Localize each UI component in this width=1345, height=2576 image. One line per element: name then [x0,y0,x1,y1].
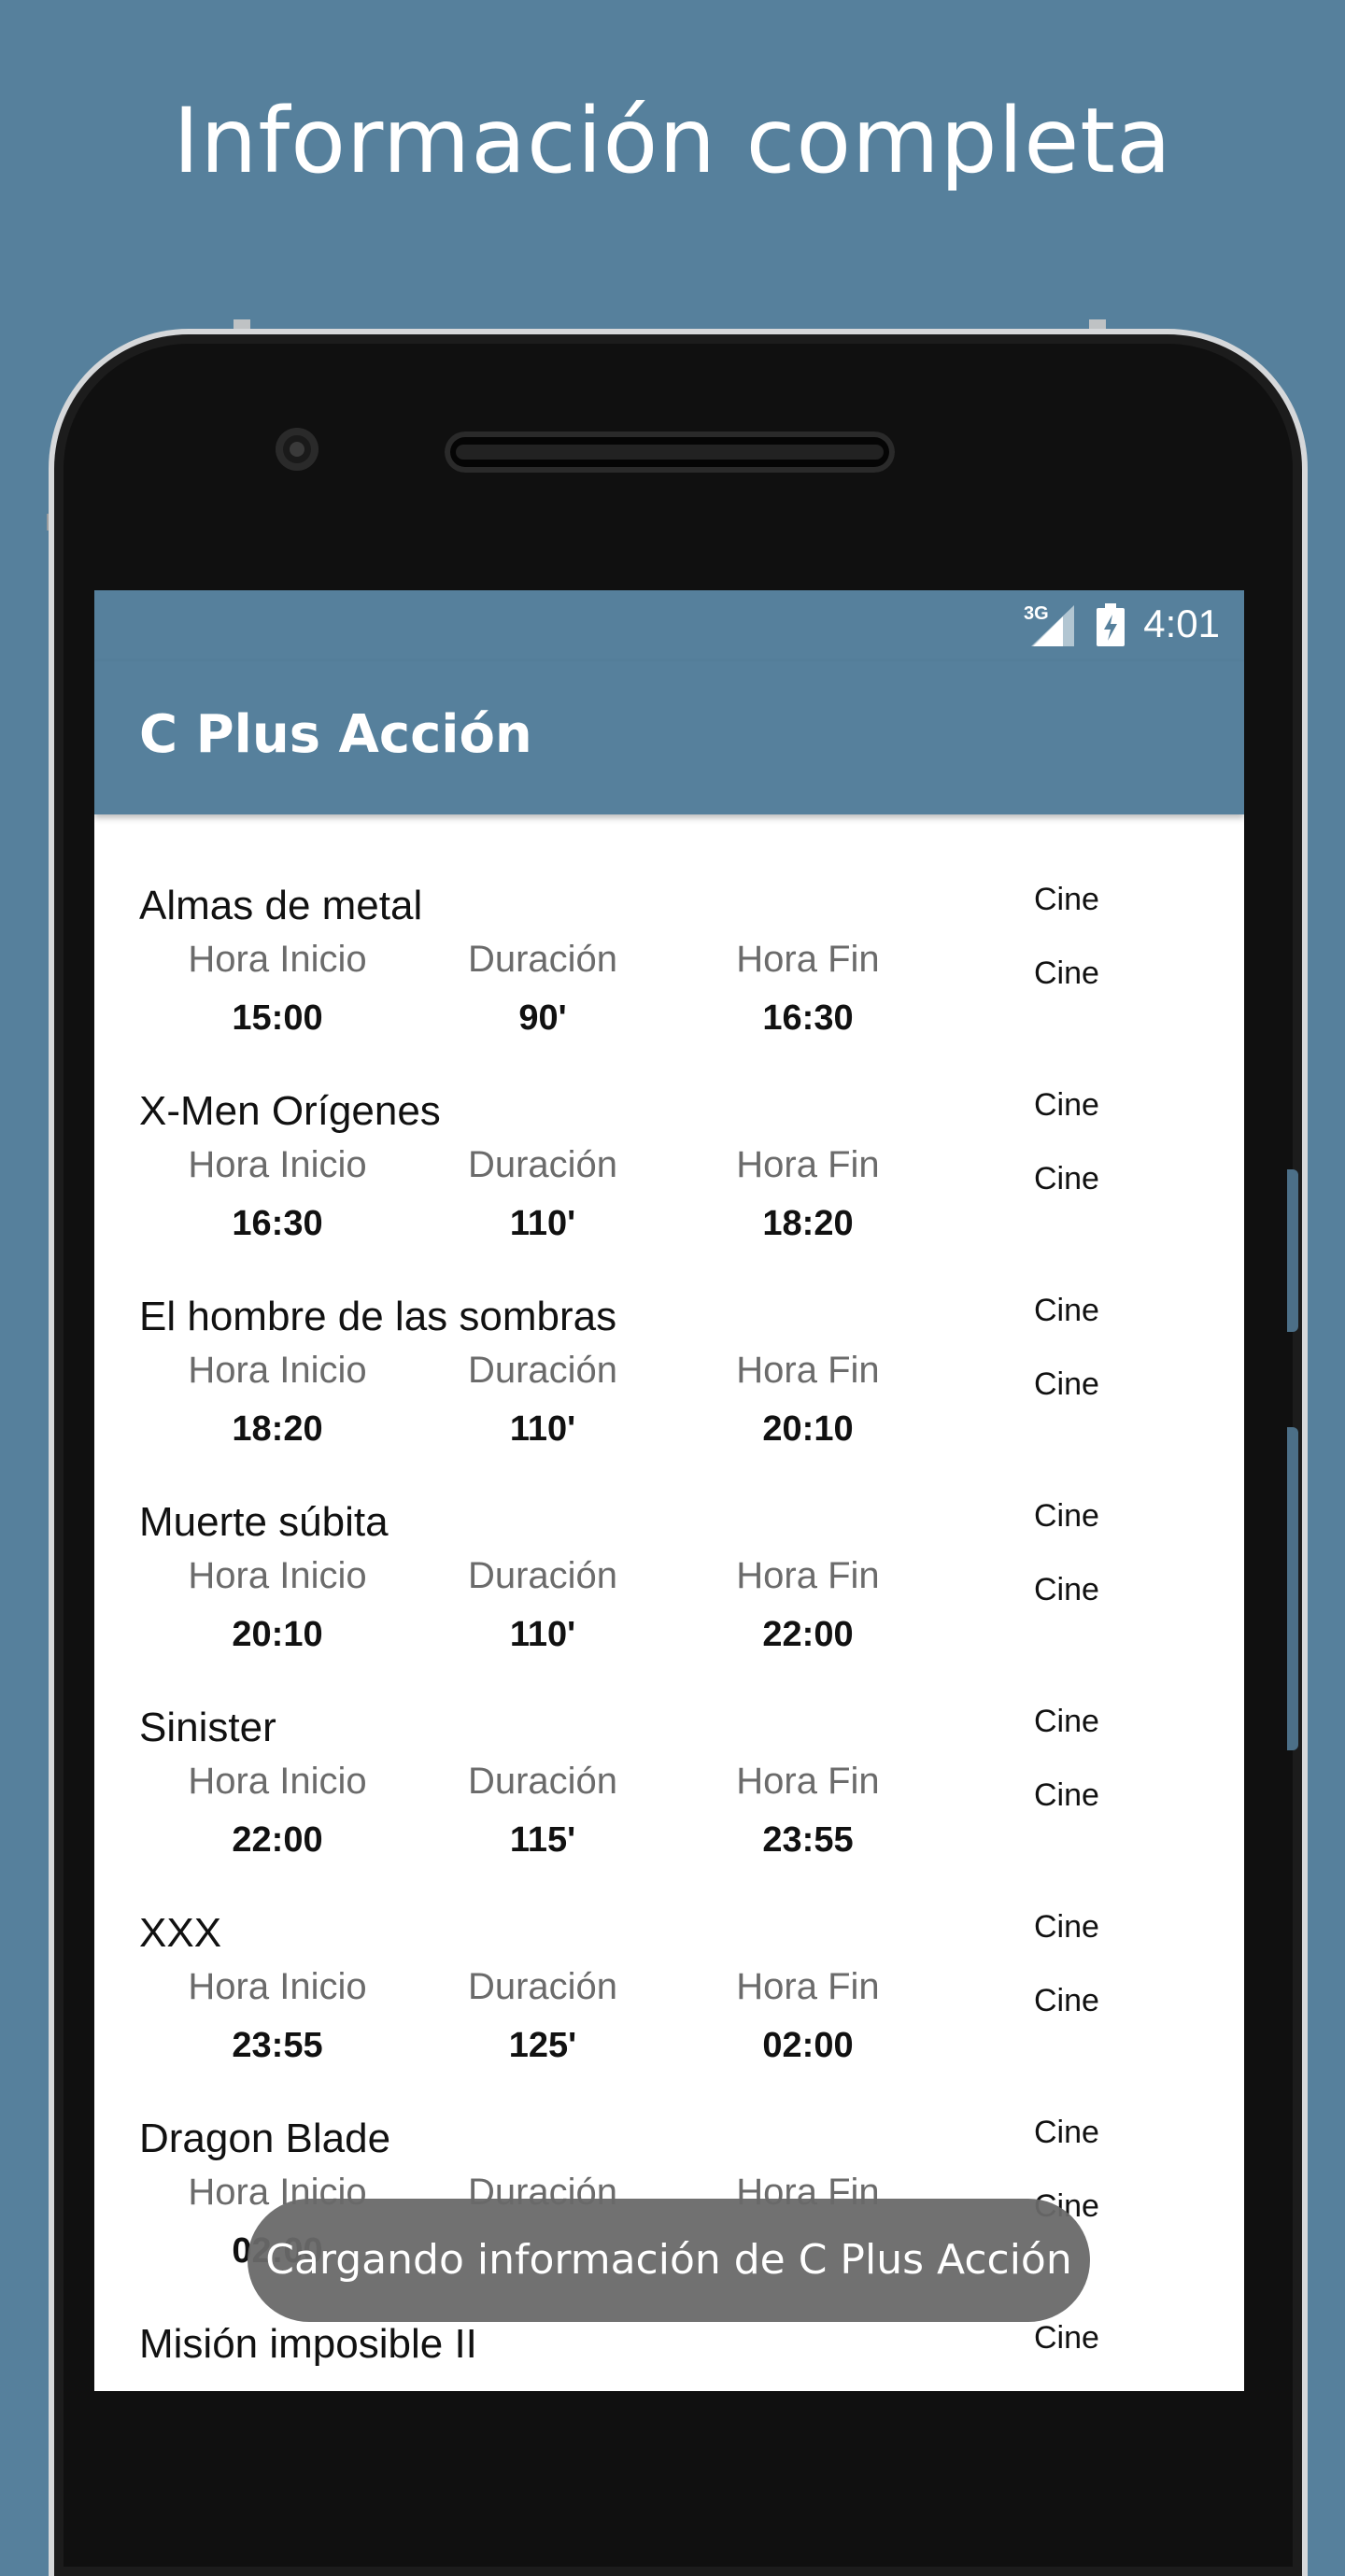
end-time-label: Hora Fin [736,939,880,980]
category-label: Cine [1034,1498,1099,1534]
program-item[interactable]: Sinister Hora Inicio Duración Hora Fin 2… [94,1636,1244,1860]
program-title: Almas de metal [139,883,423,928]
phone-screen: 3G 4:01 C Plus Acción Almas de metal Hor… [94,590,1244,2391]
channel-title: C Plus Acción [139,704,532,765]
program-title: Misión imposible II [139,2321,477,2367]
app-bar: C Plus Acción [94,661,1244,814]
power-button[interactable] [1287,1169,1298,1332]
promo-title: Información completa [173,89,1172,193]
loading-toast: Cargando información de C Plus Acción [248,2199,1090,2322]
category-label: Cine [1034,1293,1099,1328]
duration-label: Duración [467,1144,618,1185]
start-time-label: Hora Inicio [188,1966,367,2007]
start-time-label: Hora Inicio [188,1350,367,1391]
duration-label: Duración [467,1966,618,2007]
category-label: Cine [1034,2320,1099,2356]
category-label: Cine [1034,1704,1099,1739]
end-time-label: Hora Fin [736,1555,880,1596]
end-time-label: Hora Fin [736,1350,880,1391]
program-item[interactable]: El hombre de las sombras Hora Inicio Dur… [94,1225,1244,1449]
signal-icon [1031,605,1074,646]
status-bar: 3G 4:01 [94,590,1244,661]
category-label: Cine [1034,1983,1099,2018]
category-label: Cine [1034,1909,1099,1945]
end-time-label: Hora Fin [736,1761,880,1802]
category-label: Cine [1034,1087,1099,1123]
end-time-label: Hora Fin [736,1966,880,2007]
program-item[interactable]: Almas de metal Hora Inicio Duración Hora… [94,814,1244,1038]
start-time-label: Hora Inicio [188,1144,367,1185]
program-item[interactable]: XXX Hora Inicio Duración Hora Fin 23:55 … [94,1842,1244,2065]
earpiece-speaker [445,432,895,473]
program-item[interactable]: X-Men Orígenes Hora Inicio Duración Hora… [94,1020,1244,1243]
front-camera [276,428,319,471]
category-label: Cine [1034,882,1099,917]
category-label: Cine [1034,1572,1099,1607]
category-label: Cine [1034,2115,1099,2150]
program-item[interactable]: Muerte súbita Hora Inicio Duración Hora … [94,1431,1244,1654]
start-time-label: Hora Inicio [188,1761,367,1802]
program-title: XXX [139,1910,222,1956]
duration-label: Duración [467,939,618,980]
duration-label: Duración [467,1761,618,1802]
program-title: Sinister [139,1705,276,1750]
start-time-label: Hora Inicio [188,939,367,980]
volume-button[interactable] [1287,1427,1298,1750]
category-label: Cine [1034,1161,1099,1196]
program-title: X-Men Orígenes [139,1088,441,1134]
end-time-label: Hora Fin [736,1144,880,1185]
start-time-label: Hora Inicio [188,1555,367,1596]
program-title: El hombre de las sombras [139,1294,617,1339]
category-label: Cine [1034,1366,1099,1402]
clock: 4:01 [1143,602,1220,645]
category-label: Cine [1034,955,1099,991]
program-title: Dragon Blade [139,2116,391,2161]
duration-label: Duración [467,1555,618,1596]
program-title: Muerte súbita [139,1499,389,1545]
category-label: Cine [1034,1777,1099,1813]
duration-label: Duración [467,1350,618,1391]
battery-charging-icon [1097,603,1125,646]
